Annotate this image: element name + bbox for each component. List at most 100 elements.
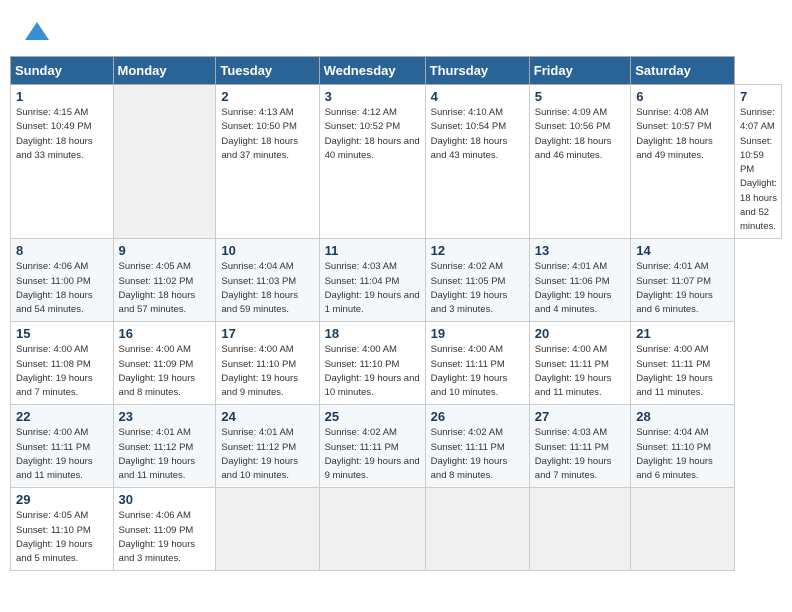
day-number: 27	[535, 409, 626, 424]
day-info: Sunrise: 4:10 AMSunset: 10:54 PMDaylight…	[431, 106, 525, 163]
day-number: 4	[431, 89, 525, 104]
day-info: Sunrise: 4:01 AMSunset: 11:06 PMDaylight…	[535, 260, 626, 317]
day-info: Sunrise: 4:09 AMSunset: 10:56 PMDaylight…	[535, 106, 626, 163]
day-info: Sunrise: 4:05 AMSunset: 11:10 PMDaylight…	[16, 509, 109, 566]
calendar-cell: 25 Sunrise: 4:02 AMSunset: 11:11 PMDaylig…	[319, 405, 425, 488]
day-number: 5	[535, 89, 626, 104]
calendar-cell	[319, 488, 425, 571]
day-number: 26	[431, 409, 525, 424]
day-info: Sunrise: 4:01 AMSunset: 11:07 PMDaylight…	[636, 260, 730, 317]
calendar-cell: 12 Sunrise: 4:02 AMSunset: 11:05 PMDaylig…	[425, 239, 529, 322]
calendar-cell: 22 Sunrise: 4:00 AMSunset: 11:11 PMDaylig…	[11, 405, 114, 488]
day-number: 19	[431, 326, 525, 341]
day-number: 28	[636, 409, 730, 424]
calendar-cell	[113, 85, 216, 239]
weekday-header-row: SundayMondayTuesdayWednesdayThursdayFrid…	[11, 57, 782, 85]
calendar-week-4: 22 Sunrise: 4:00 AMSunset: 11:11 PMDaylig…	[11, 405, 782, 488]
calendar-cell: 10 Sunrise: 4:04 AMSunset: 11:03 PMDaylig…	[216, 239, 319, 322]
calendar-cell: 6 Sunrise: 4:08 AMSunset: 10:57 PMDayligh…	[631, 85, 735, 239]
day-info: Sunrise: 4:00 AMSunset: 11:10 PMDaylight…	[221, 343, 314, 400]
day-number: 11	[325, 243, 421, 258]
day-info: Sunrise: 4:02 AMSunset: 11:05 PMDaylight…	[431, 260, 525, 317]
calendar-cell: 2 Sunrise: 4:13 AMSunset: 10:50 PMDayligh…	[216, 85, 319, 239]
day-number: 3	[325, 89, 421, 104]
calendar-cell: 19 Sunrise: 4:00 AMSunset: 11:11 PMDaylig…	[425, 322, 529, 405]
day-info: Sunrise: 4:04 AMSunset: 11:10 PMDaylight…	[636, 426, 730, 483]
calendar-week-1: 1 Sunrise: 4:15 AMSunset: 10:49 PMDayligh…	[11, 85, 782, 239]
day-number: 8	[16, 243, 109, 258]
day-number: 20	[535, 326, 626, 341]
logo-icon	[23, 18, 51, 46]
calendar-week-3: 15Sunrise: 4:00 AMSunset: 11:08 PMDaylig…	[11, 322, 782, 405]
day-number: 10	[221, 243, 314, 258]
calendar-cell: 4 Sunrise: 4:10 AMSunset: 10:54 PMDayligh…	[425, 85, 529, 239]
day-info: Sunrise: 4:03 AMSunset: 11:11 PMDaylight…	[535, 426, 626, 483]
day-number: 2	[221, 89, 314, 104]
calendar-cell: 8 Sunrise: 4:06 AMSunset: 11:00 PMDayligh…	[11, 239, 114, 322]
day-number: 15	[16, 326, 109, 341]
calendar-cell: 1 Sunrise: 4:15 AMSunset: 10:49 PMDayligh…	[11, 85, 114, 239]
weekday-header-saturday: Saturday	[631, 57, 735, 85]
day-number: 24	[221, 409, 314, 424]
day-info: Sunrise: 4:00 AMSunset: 11:09 PMDaylight…	[119, 343, 212, 400]
day-info: Sunrise: 4:02 AMSunset: 11:11 PMDaylight…	[431, 426, 525, 483]
day-number: 7	[740, 89, 777, 104]
calendar-cell: 17Sunrise: 4:00 AMSunset: 11:10 PMDaylig…	[216, 322, 319, 405]
calendar-cell: 18Sunrise: 4:00 AMSunset: 11:10 PMDaylig…	[319, 322, 425, 405]
day-info: Sunrise: 4:00 AMSunset: 11:11 PMDaylight…	[16, 426, 109, 483]
day-number: 25	[325, 409, 421, 424]
day-number: 6	[636, 89, 730, 104]
day-number: 1	[16, 89, 109, 104]
calendar-cell	[631, 488, 735, 571]
calendar-week-5: 29 Sunrise: 4:05 AMSunset: 11:10 PMDaylig…	[11, 488, 782, 571]
calendar-cell: 30Sunrise: 4:06 AMSunset: 11:09 PMDaylig…	[113, 488, 216, 571]
day-info: Sunrise: 4:06 AMSunset: 11:09 PMDaylight…	[119, 509, 212, 566]
day-info: Sunrise: 4:02 AMSunset: 11:11 PMDaylight…	[325, 426, 421, 483]
calendar-cell: 16 Sunrise: 4:00 AMSunset: 11:09 PMDaylig…	[113, 322, 216, 405]
day-info: Sunrise: 4:00 AMSunset: 11:11 PMDaylight…	[636, 343, 730, 400]
day-info: Sunrise: 4:15 AMSunset: 10:49 PMDaylight…	[16, 106, 109, 163]
day-info: Sunrise: 4:03 AMSunset: 11:04 PMDaylight…	[325, 260, 421, 317]
day-number: 23	[119, 409, 212, 424]
calendar-cell: 23 Sunrise: 4:01 AMSunset: 11:12 PMDaylig…	[113, 405, 216, 488]
day-number: 12	[431, 243, 525, 258]
calendar-cell: 20 Sunrise: 4:00 AMSunset: 11:11 PMDaylig…	[529, 322, 630, 405]
weekday-header-tuesday: Tuesday	[216, 57, 319, 85]
calendar-cell	[425, 488, 529, 571]
calendar-cell: 5 Sunrise: 4:09 AMSunset: 10:56 PMDayligh…	[529, 85, 630, 239]
calendar-cell: 29 Sunrise: 4:05 AMSunset: 11:10 PMDaylig…	[11, 488, 114, 571]
calendar-cell: 14 Sunrise: 4:01 AMSunset: 11:07 PMDaylig…	[631, 239, 735, 322]
calendar-cell: 15Sunrise: 4:00 AMSunset: 11:08 PMDaylig…	[11, 322, 114, 405]
day-info: Sunrise: 4:01 AMSunset: 11:12 PMDaylight…	[221, 426, 314, 483]
calendar-cell: 9 Sunrise: 4:05 AMSunset: 11:02 PMDayligh…	[113, 239, 216, 322]
day-number: 13	[535, 243, 626, 258]
day-number: 29	[16, 492, 109, 507]
logo	[20, 18, 51, 46]
day-number: 16	[119, 326, 212, 341]
day-info: Sunrise: 4:00 AMSunset: 11:11 PMDaylight…	[535, 343, 626, 400]
day-number: 9	[119, 243, 212, 258]
day-info: Sunrise: 4:08 AMSunset: 10:57 PMDaylight…	[636, 106, 730, 163]
day-info: Sunrise: 4:01 AMSunset: 11:12 PMDaylight…	[119, 426, 212, 483]
day-number: 22	[16, 409, 109, 424]
day-info: Sunrise: 4:00 AMSunset: 11:11 PMDaylight…	[431, 343, 525, 400]
calendar-cell: 13 Sunrise: 4:01 AMSunset: 11:06 PMDaylig…	[529, 239, 630, 322]
calendar-cell: 11 Sunrise: 4:03 AMSunset: 11:04 PMDaylig…	[319, 239, 425, 322]
calendar-cell: 27 Sunrise: 4:03 AMSunset: 11:11 PMDaylig…	[529, 405, 630, 488]
day-info: Sunrise: 4:05 AMSunset: 11:02 PMDaylight…	[119, 260, 212, 317]
day-info: Sunrise: 4:07 AMSunset: 10:59 PMDaylight…	[740, 106, 777, 234]
weekday-header-friday: Friday	[529, 57, 630, 85]
day-info: Sunrise: 4:06 AMSunset: 11:00 PMDaylight…	[16, 260, 109, 317]
calendar-week-2: 8 Sunrise: 4:06 AMSunset: 11:00 PMDayligh…	[11, 239, 782, 322]
weekday-header-wednesday: Wednesday	[319, 57, 425, 85]
day-info: Sunrise: 4:00 AMSunset: 11:10 PMDaylight…	[325, 343, 421, 400]
calendar-cell: 21 Sunrise: 4:00 AMSunset: 11:11 PMDaylig…	[631, 322, 735, 405]
day-info: Sunrise: 4:13 AMSunset: 10:50 PMDaylight…	[221, 106, 314, 163]
calendar: SundayMondayTuesdayWednesdayThursdayFrid…	[10, 56, 782, 571]
day-info: Sunrise: 4:04 AMSunset: 11:03 PMDaylight…	[221, 260, 314, 317]
day-number: 21	[636, 326, 730, 341]
calendar-cell: 24 Sunrise: 4:01 AMSunset: 11:12 PMDaylig…	[216, 405, 319, 488]
day-number: 14	[636, 243, 730, 258]
calendar-cell: 28 Sunrise: 4:04 AMSunset: 11:10 PMDaylig…	[631, 405, 735, 488]
calendar-cell	[216, 488, 319, 571]
